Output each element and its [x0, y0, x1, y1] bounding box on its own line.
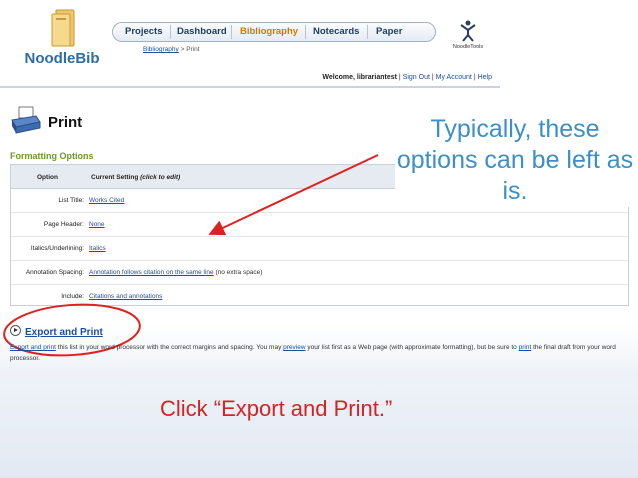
sign-out-link[interactable]: Sign Out	[403, 74, 430, 81]
include-link[interactable]: Citations and annotations	[89, 293, 162, 300]
tab-bibliography[interactable]: Bibliography	[240, 23, 298, 41]
play-circle-icon	[10, 325, 21, 336]
row-label: Include:	[61, 293, 84, 300]
export-print-link[interactable]: Export and print	[10, 344, 56, 351]
callout-text: Typically, these options can be left as …	[395, 114, 635, 207]
col-setting-header: Current Setting (click to edit)	[91, 174, 181, 181]
noodletools-logo[interactable]: NoodleTools	[448, 20, 488, 50]
breadcrumb-separator: >	[180, 46, 185, 53]
person-icon	[460, 20, 476, 42]
italics-underlining-link[interactable]: Italics	[89, 245, 106, 252]
printer-icon	[11, 106, 41, 134]
row-label: List Title:	[58, 197, 84, 204]
breadcrumb-current: Print	[186, 46, 200, 53]
row-label: Italics/Underlining:	[30, 245, 84, 252]
table-row: Italics/Underlining: Italics	[11, 237, 628, 261]
welcome-text: Welcome, librariantest	[322, 74, 397, 81]
page-title: Print	[48, 114, 83, 131]
print-link[interactable]: print	[519, 344, 532, 351]
header-divider	[0, 86, 500, 88]
page-header-link[interactable]: None	[89, 221, 105, 228]
tab-notecards[interactable]: Notecards	[313, 23, 359, 41]
table-row: Annotation Spacing: Annotation follows c…	[11, 261, 628, 285]
row-label: Page Header:	[43, 221, 84, 228]
export-description: Export and print this list in your word …	[10, 344, 616, 362]
tab-divider	[305, 25, 306, 39]
main-nav: Projects Dashboard Bibliography Notecard…	[112, 22, 436, 42]
bottom-instruction: Click “Export and Print.”	[160, 396, 393, 421]
breadcrumb-bibliography-link[interactable]: Bibliography	[143, 46, 179, 53]
tab-projects[interactable]: Projects	[125, 23, 163, 41]
annotation-spacing-link[interactable]: Annotation follows citation on the same …	[89, 269, 214, 276]
export-and-print-button[interactable]: Export and Print	[10, 325, 103, 338]
tab-divider	[367, 25, 368, 39]
list-title-link[interactable]: Works Cited	[89, 197, 124, 204]
annotation-spacing-note: (no extra space)	[215, 269, 263, 276]
table-row: Include: Citations and annotations	[11, 285, 628, 308]
tab-divider	[170, 25, 171, 39]
tab-dashboard[interactable]: Dashboard	[177, 23, 227, 41]
my-account-link[interactable]: My Account	[436, 74, 472, 81]
noodletools-text: NoodleTools	[452, 44, 484, 50]
formatting-options-heading: Formatting Options	[10, 151, 94, 161]
logo-text: NoodleBib	[24, 50, 100, 67]
tab-paper[interactable]: Paper	[376, 23, 402, 41]
tab-divider	[231, 25, 232, 39]
breadcrumb: Bibliography > Print	[143, 46, 200, 53]
help-link[interactable]: Help	[478, 74, 492, 81]
account-bar: Welcome, librariantest | Sign Out | My A…	[322, 74, 492, 81]
noodlebib-logo[interactable]: NoodleBib	[22, 6, 102, 68]
row-label: Annotation Spacing:	[25, 269, 84, 276]
col-option-header: Option	[37, 174, 58, 181]
folder-icon	[51, 9, 75, 47]
table-row: Page Header: None	[11, 213, 628, 237]
preview-link[interactable]: preview	[283, 344, 305, 351]
